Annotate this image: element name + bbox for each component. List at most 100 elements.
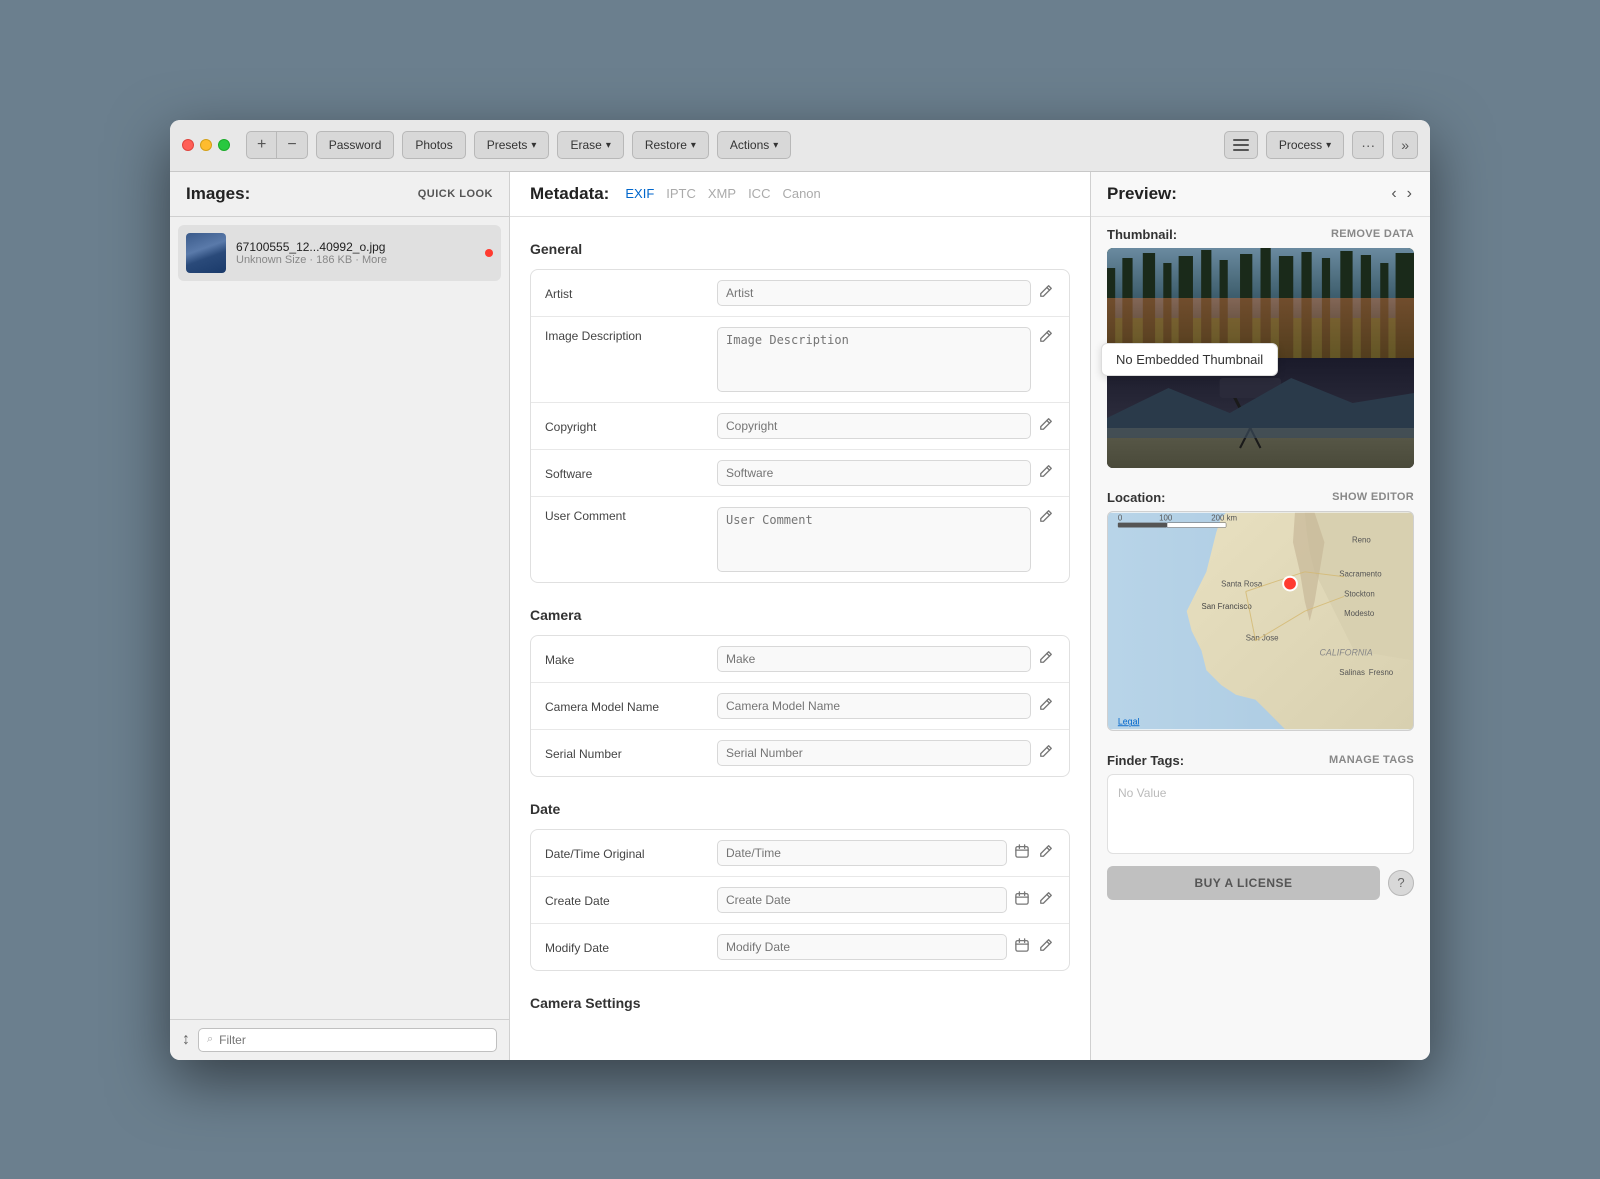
tab-xmp[interactable]: XMP <box>708 184 736 203</box>
list-icon <box>1233 139 1249 151</box>
image-description-input[interactable] <box>717 327 1031 392</box>
field-row-serial: Serial Number <box>531 730 1069 776</box>
erase-button[interactable]: Erase ▾ <box>557 131 623 159</box>
modify-date-edit-button[interactable] <box>1037 936 1055 957</box>
manage-tags-button[interactable]: MANAGE TAGS <box>1329 754 1414 766</box>
datetime-original-input[interactable] <box>717 840 1007 866</box>
artist-edit-button[interactable] <box>1037 282 1055 303</box>
traffic-lights <box>182 139 230 151</box>
forest-svg <box>1107 248 1414 358</box>
image-description-edit-button[interactable] <box>1037 327 1055 348</box>
field-row-modify-date: Modify Date <box>531 924 1069 970</box>
pencil-icon <box>1039 509 1053 523</box>
tags-area[interactable]: No Value <box>1107 774 1414 854</box>
location-section-header: Location: SHOW EDITOR <box>1091 480 1430 511</box>
field-row-create-date: Create Date <box>531 877 1069 924</box>
maximize-button[interactable] <box>218 139 230 151</box>
camera-model-input-wrap <box>717 693 1055 719</box>
svg-text:200 km: 200 km <box>1211 513 1237 522</box>
create-date-calendar-button[interactable] <box>1013 889 1031 910</box>
user-comment-input[interactable] <box>717 507 1031 572</box>
password-button[interactable]: Password <box>316 131 395 159</box>
actions-button[interactable]: Actions ▾ <box>717 131 791 159</box>
svg-text:Sacramento: Sacramento <box>1339 569 1382 578</box>
artist-input[interactable] <box>717 280 1031 306</box>
field-row-make: Make <box>531 636 1069 683</box>
thumbnail-area: No Embedded Thumbnail <box>1091 248 1430 480</box>
preview-prev-button[interactable]: ‹ <box>1389 185 1398 203</box>
tab-exif[interactable]: EXIF <box>625 184 654 203</box>
datetime-original-edit-button[interactable] <box>1037 842 1055 863</box>
copyright-input[interactable] <box>717 413 1031 439</box>
create-date-wrap <box>717 887 1055 913</box>
pencil-icon <box>1039 697 1053 711</box>
field-row-user-comment: User Comment <box>531 497 1069 582</box>
image-description-input-wrap <box>717 327 1055 392</box>
finder-tags-label: Finder Tags: <box>1107 753 1184 768</box>
user-comment-edit-button[interactable] <box>1037 507 1055 528</box>
remove-data-button[interactable]: REMOVE DATA <box>1331 228 1414 240</box>
finder-tags-header: Finder Tags: MANAGE TAGS <box>1091 743 1430 774</box>
minus-button[interactable]: − <box>277 132 306 158</box>
help-button[interactable]: ? <box>1388 870 1414 896</box>
pencil-icon <box>1039 464 1053 478</box>
left-panel: Images: QUICK LOOK 67100555_12...40992_o… <box>170 172 510 1060</box>
section-title-camera-settings: Camera Settings <box>530 995 1070 1011</box>
tab-icc[interactable]: ICC <box>748 184 770 203</box>
serial-input-wrap <box>717 740 1055 766</box>
tab-canon[interactable]: Canon <box>782 184 820 203</box>
quick-look-button[interactable]: QUICK LOOK <box>418 188 493 200</box>
metadata-title: Metadata: <box>530 184 609 204</box>
buy-license-button[interactable]: BUY A LICENSE <box>1107 866 1380 900</box>
svg-text:Modesto: Modesto <box>1344 609 1375 618</box>
serial-input[interactable] <box>717 740 1031 766</box>
map-area[interactable]: 0 100 200 km Reno Sacramento Santa Rosa … <box>1107 511 1414 731</box>
field-row-camera-model: Camera Model Name <box>531 683 1069 730</box>
presets-chevron-icon: ▾ <box>531 140 536 151</box>
process-button[interactable]: Process ▾ <box>1266 131 1344 159</box>
modify-date-calendar-button[interactable] <box>1013 936 1031 957</box>
map-svg: 0 100 200 km Reno Sacramento Santa Rosa … <box>1108 512 1413 730</box>
artist-input-wrap <box>717 280 1055 306</box>
minimize-button[interactable] <box>200 139 212 151</box>
create-date-edit-button[interactable] <box>1037 889 1055 910</box>
camera-model-edit-button[interactable] <box>1037 695 1055 716</box>
list-icon-btn[interactable] <box>1224 131 1258 159</box>
svg-text:100: 100 <box>1159 513 1173 522</box>
datetime-original-calendar-button[interactable] <box>1013 842 1031 863</box>
make-edit-button[interactable] <box>1037 648 1055 669</box>
create-date-input[interactable] <box>717 887 1007 913</box>
erase-chevron-icon: ▾ <box>606 140 611 151</box>
navigate-next-btn[interactable]: » <box>1392 131 1418 159</box>
modified-indicator <box>485 249 493 257</box>
add-button[interactable]: + <box>247 132 277 158</box>
presets-button[interactable]: Presets ▾ <box>474 131 550 159</box>
left-panel-header: Images: QUICK LOOK <box>170 172 509 217</box>
close-button[interactable] <box>182 139 194 151</box>
software-edit-button[interactable] <box>1037 462 1055 483</box>
copyright-edit-button[interactable] <box>1037 415 1055 436</box>
image-description-label: Image Description <box>545 327 705 343</box>
tab-iptc[interactable]: IPTC <box>666 184 696 203</box>
filter-input[interactable] <box>219 1033 488 1047</box>
field-row-image-description: Image Description <box>531 317 1069 403</box>
camera-model-label: Camera Model Name <box>545 698 705 714</box>
show-editor-button[interactable]: SHOW EDITOR <box>1332 491 1414 503</box>
more-options-btn[interactable]: ··· <box>1352 131 1384 159</box>
restore-button[interactable]: Restore ▾ <box>632 131 709 159</box>
no-value-text: No Value <box>1118 786 1166 800</box>
sort-icon[interactable]: ↕ <box>182 1031 190 1049</box>
make-input[interactable] <box>717 646 1031 672</box>
section-title-general: General <box>530 241 1070 257</box>
svg-text:CALIFORNIA: CALIFORNIA <box>1320 647 1373 657</box>
image-item[interactable]: 67100555_12...40992_o.jpg Unknown Size ·… <box>178 225 501 281</box>
camera-fields: Make Camera Model Name <box>530 635 1070 777</box>
photos-button[interactable]: Photos <box>402 131 465 159</box>
svg-text:Santa Rosa: Santa Rosa <box>1221 579 1263 588</box>
software-input[interactable] <box>717 460 1031 486</box>
modify-date-input[interactable] <box>717 934 1007 960</box>
preview-section-wrap: Preview: ‹ › <box>1091 172 1430 217</box>
camera-model-input[interactable] <box>717 693 1031 719</box>
serial-edit-button[interactable] <box>1037 742 1055 763</box>
preview-next-button[interactable]: › <box>1405 185 1414 203</box>
